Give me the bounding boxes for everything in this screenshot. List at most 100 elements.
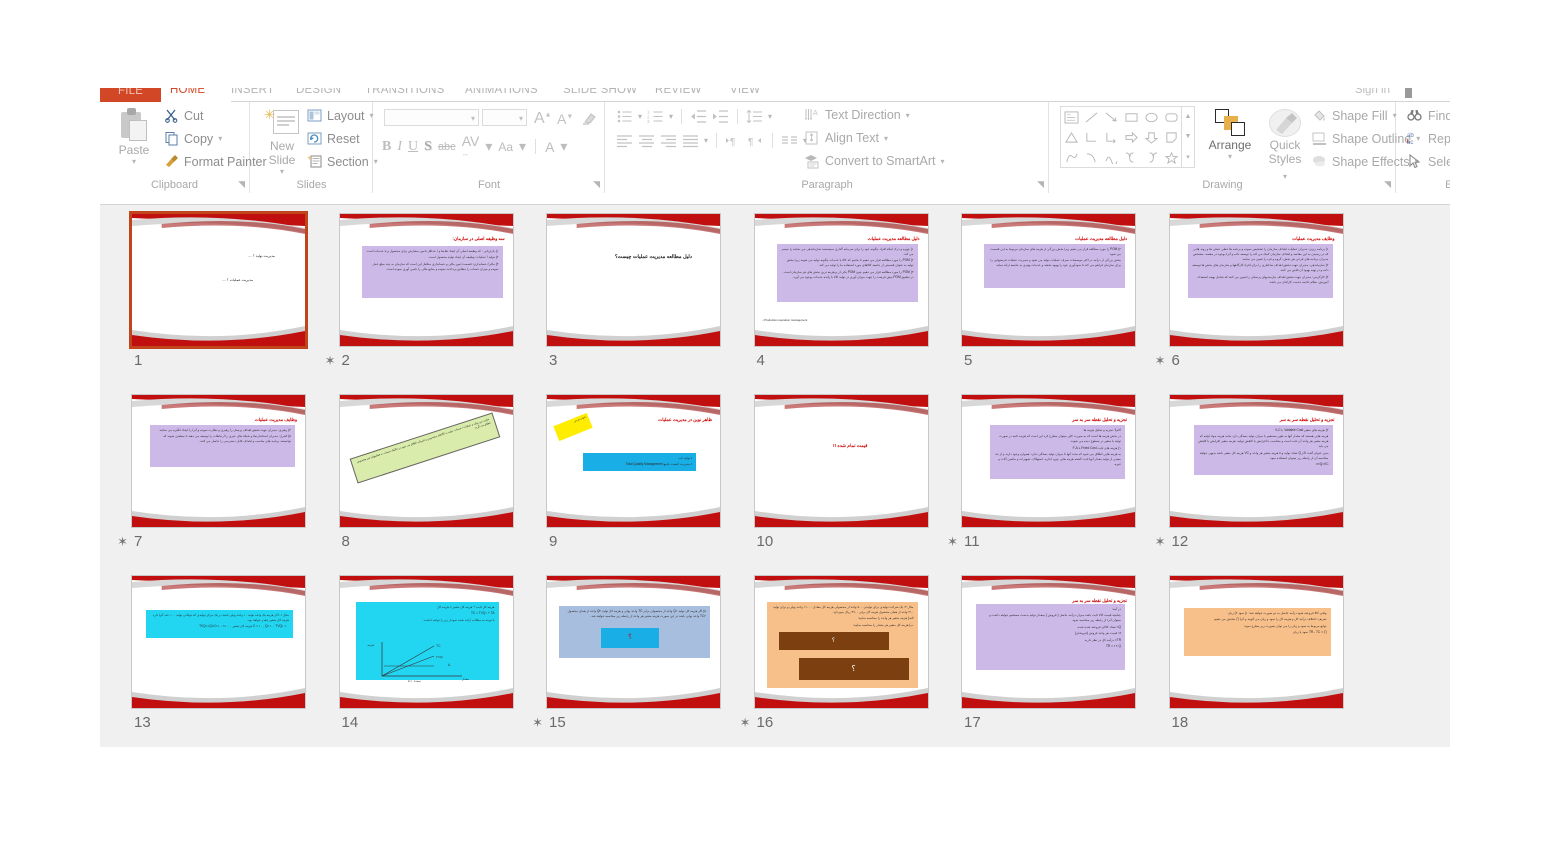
- decrease-font-size-button[interactable]: A▼: [557, 112, 573, 126]
- paragraph-dialog-launcher[interactable]: ◥: [1037, 179, 1044, 190]
- slide-canvas[interactable]: وقتی کالا فروخته شود درآمد حاصل به دو صو…: [1168, 575, 1344, 709]
- tab-insert[interactable]: INSERT: [231, 88, 274, 96]
- paste-chevron-down-icon[interactable]: ▾: [110, 157, 158, 166]
- slide-canvas[interactable]: تجزیه و تحلیل نقطه سر به سر در آمد: چنانچه…: [961, 575, 1136, 709]
- arrange-button[interactable]: Arrange ▾: [1202, 106, 1258, 161]
- convert-to-smartart-button[interactable]: Convert to SmartArt ▾: [804, 153, 944, 169]
- section-button[interactable]: ✳ Section ▾: [307, 154, 378, 169]
- animation-indicator-icon[interactable]: ✶: [740, 716, 751, 729]
- slide-canvas[interactable]: ۵) اگر هزینه کل تولید Q۱ واحد از محصولی …: [546, 575, 721, 709]
- text-direction-chevron-down-icon[interactable]: ▾: [906, 111, 910, 120]
- copy-button[interactable]: Copy ▾: [164, 131, 222, 146]
- line-spacing-button[interactable]: [746, 109, 763, 124]
- character-spacing-button[interactable]: AV ↔: [462, 134, 480, 159]
- increase-indent-button[interactable]: [712, 109, 729, 124]
- slide-canvas[interactable]: دلیل مطالعه مدیریت عملیات چیست؟: [546, 213, 721, 347]
- change-case-chevron-down-icon[interactable]: ▾: [519, 138, 526, 155]
- animation-indicator-icon[interactable]: ✶: [1155, 535, 1166, 548]
- tab-slide-show[interactable]: SLIDE SHOW: [563, 88, 637, 96]
- slide-canvas[interactable]: دلیل مطالعه مدیریت عملیات ۴) POM را مورد …: [961, 213, 1136, 347]
- font-color-chevron-down-icon[interactable]: ▾: [560, 138, 567, 155]
- shapes-scroll-down-icon[interactable]: ▼: [1185, 133, 1192, 140]
- increase-font-size-button[interactable]: A▲: [534, 111, 552, 127]
- sign-in-link[interactable]: Sign in: [1355, 88, 1390, 96]
- layout-chevron-down-icon[interactable]: ▾: [370, 111, 374, 120]
- font-size-chevron-down-icon[interactable]: ▾: [519, 114, 523, 123]
- slide-canvas[interactable]: دلیل مطالعه مدیریت عملیات ۱) چهره و درک ا…: [753, 213, 929, 347]
- font-name-input[interactable]: ▾: [384, 109, 479, 126]
- ltr-direction-button[interactable]: ¶: [725, 133, 742, 148]
- underline-button[interactable]: U: [408, 139, 418, 155]
- slide-canvas[interactable]: سه وظیفه اصلی در سازمان: ۱) بازاریابی : ک…: [338, 213, 514, 347]
- slide-canvas[interactable]: قیمت تمام شده !!: [753, 394, 929, 528]
- slide-canvas[interactable]: مثال ۱: اگر هزینه یک واحد تولید ۱۰ واحد …: [131, 575, 306, 709]
- clear-formatting-button[interactable]: [582, 110, 598, 128]
- tab-animations[interactable]: ANIMATIONS: [465, 88, 538, 96]
- align-right-button[interactable]: [660, 133, 677, 148]
- animation-indicator-icon[interactable]: ✶: [325, 354, 336, 367]
- select-button[interactable]: Select ▾: [1407, 154, 1450, 169]
- quick-styles-button[interactable]: Quick Styles ▾: [1260, 106, 1310, 184]
- new-slide-button[interactable]: ✳ New Slide ▾: [259, 106, 305, 176]
- shape-fill-chevron-down-icon[interactable]: ▾: [1393, 111, 1397, 120]
- restore-window-button[interactable]: [1405, 88, 1412, 98]
- new-slide-chevron-down-icon[interactable]: ▾: [259, 167, 305, 176]
- slide-canvas[interactable]: وظایف مدیریت عملیات ۴) رهبری: مدیران جهت …: [131, 394, 306, 528]
- rtl-direction-button[interactable]: ¶: [747, 133, 764, 148]
- columns-chevron-down-icon[interactable]: ▾: [704, 136, 708, 145]
- font-size-input[interactable]: ▾: [482, 109, 527, 126]
- reset-button[interactable]: Reset: [307, 131, 360, 146]
- animation-indicator-icon[interactable]: ✶: [117, 535, 128, 548]
- slide-canvas[interactable]: تجزیه و تحلیل نقطه سر به سر گام1: تجزیه و…: [961, 394, 1136, 528]
- numbering-button[interactable]: 123: [647, 109, 664, 124]
- columns-button[interactable]: [781, 133, 798, 148]
- tab-design[interactable]: DESIGN: [296, 88, 341, 96]
- arrange-chevron-down-icon[interactable]: ▾: [1202, 152, 1258, 161]
- layout-button[interactable]: Layout ▾: [307, 108, 374, 123]
- line-spacing-chevron-down-icon[interactable]: ▾: [768, 112, 772, 121]
- text-direction-button[interactable]: A Text Direction ▾: [804, 107, 910, 123]
- animation-indicator-icon[interactable]: ✶: [947, 535, 958, 548]
- slide-canvas[interactable]: ظاهر نوین در مدیریت عملیات عنوان فرعی • تو…: [546, 394, 721, 528]
- font-dialog-launcher[interactable]: ◥: [593, 179, 600, 190]
- slide-canvas[interactable]: مثال ۳: یک شرکت تولیدی برای تولیدی ۵۰۰ و…: [753, 575, 929, 709]
- bullets-button[interactable]: [616, 109, 633, 124]
- find-button[interactable]: Find: [1407, 108, 1450, 123]
- change-case-button[interactable]: Aa: [498, 140, 513, 154]
- tab-transitions[interactable]: TRANSITIONS: [365, 88, 445, 96]
- slide-canvas[interactable]: هزینه کل ثابت + هزینه کل متغیر = هزینه ک…: [338, 575, 514, 709]
- decrease-indent-button[interactable]: [690, 109, 707, 124]
- italic-button[interactable]: I: [397, 139, 402, 155]
- shapes-more-icon[interactable]: ▾: [1186, 153, 1190, 161]
- align-text-chevron-down-icon[interactable]: ▾: [884, 134, 888, 143]
- replace-button[interactable]: abac Replace ▾: [1407, 131, 1450, 146]
- slide-canvas[interactable]: وظایف مدیریت عملیات ۱) برنامه ریزی: مدیرا…: [1168, 213, 1344, 347]
- tab-view[interactable]: VIEW: [730, 88, 760, 96]
- font-name-chevron-down-icon[interactable]: ▾: [471, 114, 475, 123]
- character-spacing-chevron-down-icon[interactable]: ▾: [485, 138, 492, 155]
- align-center-button[interactable]: [638, 133, 655, 148]
- strikethrough-button[interactable]: abc: [438, 141, 456, 153]
- bold-button[interactable]: B: [382, 139, 391, 155]
- slide-canvas[interactable]: تفاوت بین تولید و عملیات / خدمات: تولید …: [338, 394, 514, 528]
- slide-canvas[interactable]: تجزیه و تحلیل نقطه سر به سر ۲) هزینه های …: [1168, 394, 1344, 528]
- align-left-button[interactable]: [616, 133, 633, 148]
- drawing-dialog-launcher[interactable]: ◥: [1384, 179, 1391, 190]
- shapes-scroll-up-icon[interactable]: ▲: [1185, 113, 1192, 120]
- tab-home[interactable]: HOME: [170, 88, 205, 96]
- shapes-gallery-scrollbar[interactable]: ▲ ▼ ▾: [1182, 106, 1195, 168]
- bullets-chevron-down-icon[interactable]: ▾: [638, 112, 642, 121]
- slide-canvas[interactable]: مدیریت تولید ؟ .... مدیریت عملیات ؟ ....: [129, 211, 308, 349]
- numbering-chevron-down-icon[interactable]: ▾: [669, 112, 673, 121]
- clipboard-dialog-launcher[interactable]: ◥: [238, 179, 245, 190]
- copy-chevron-down-icon[interactable]: ▾: [218, 134, 222, 143]
- paste-button[interactable]: Paste ▾: [110, 106, 158, 166]
- text-shadow-button[interactable]: S: [424, 139, 432, 155]
- justify-button[interactable]: [682, 133, 699, 148]
- cut-button[interactable]: Cut: [164, 108, 203, 123]
- animation-indicator-icon[interactable]: ✶: [532, 716, 543, 729]
- font-color-button[interactable]: A: [545, 139, 554, 155]
- tab-review[interactable]: REVIEW: [655, 88, 702, 96]
- animation-indicator-icon[interactable]: ✶: [1155, 354, 1166, 367]
- align-text-button[interactable]: Align Text ▾: [804, 130, 888, 146]
